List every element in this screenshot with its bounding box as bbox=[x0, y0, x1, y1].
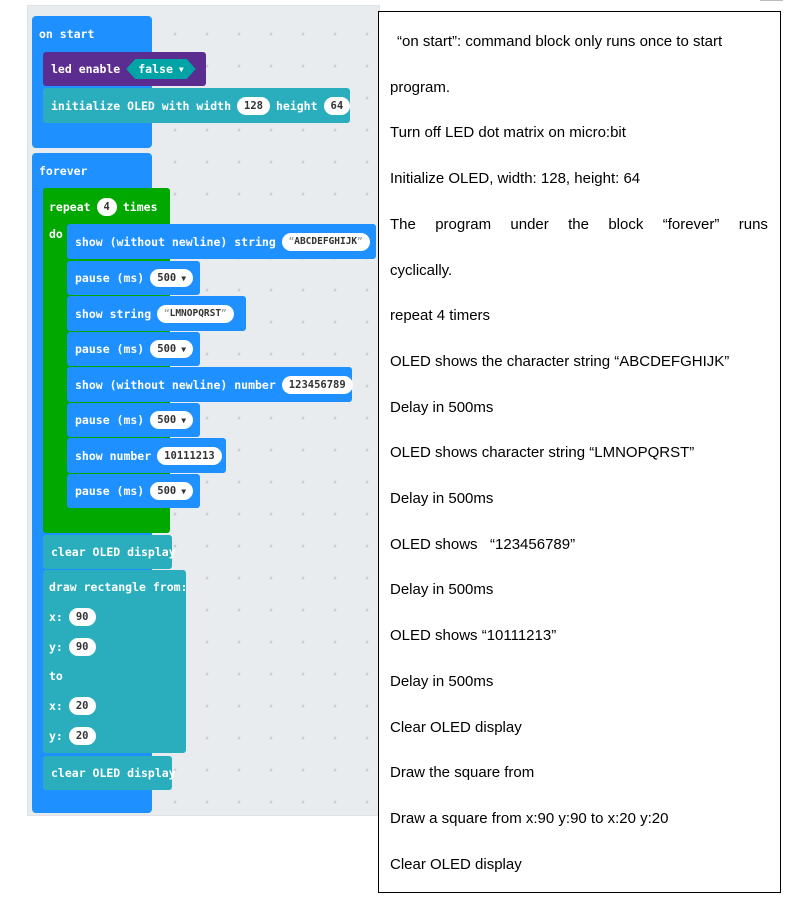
repeat-times-label: times bbox=[122, 200, 158, 214]
clear-oled-label-1: clear OLED display bbox=[51, 545, 176, 559]
note-line-5-word: the bbox=[568, 216, 589, 233]
rect-x2-label: x: bbox=[49, 699, 63, 713]
string-input-abcdefghijk[interactable]: “ABCDEFGHIJK” bbox=[281, 232, 370, 251]
pause-dropdown-1[interactable]: 500 ▼ bbox=[150, 269, 194, 287]
clear-oled-block-1[interactable]: clear OLED display bbox=[43, 535, 176, 569]
show-number-nonewline-block[interactable]: show (without newline) number 123456789 bbox=[67, 367, 353, 402]
rect-y2-input[interactable]: 20 bbox=[68, 727, 96, 745]
rect-y1-label: y: bbox=[49, 640, 63, 654]
notes-panel: “on start”: command block only runs once… bbox=[378, 11, 781, 893]
pause-label-1: pause (ms) bbox=[75, 271, 145, 285]
show-string-label: show string bbox=[75, 306, 152, 321]
top-edge-line bbox=[760, 0, 783, 2]
repeat-do-label: do bbox=[49, 227, 63, 241]
rect-y1-input[interactable]: 90 bbox=[68, 638, 96, 656]
repeat-count-input[interactable]: 4 bbox=[96, 198, 117, 216]
show-string-nonewline-label: show (without newline) string bbox=[75, 234, 276, 249]
forever-label: forever bbox=[39, 164, 88, 178]
pause-block-1[interactable]: pause (ms) 500 ▼ bbox=[67, 261, 200, 295]
note-line-15: Delay in 500ms bbox=[390, 673, 494, 690]
note-line-8: OLED shows the character string “ABCDEFG… bbox=[390, 353, 730, 370]
rect-x1-label: x: bbox=[49, 610, 63, 624]
repeat-header: repeat 4 times bbox=[49, 198, 158, 216]
repeat-label: repeat bbox=[49, 200, 91, 214]
note-line-5-word: under bbox=[510, 216, 549, 233]
note-line-5-word: “forever” bbox=[662, 216, 720, 233]
note-line-5-word: runs bbox=[738, 216, 768, 233]
oled-height-label: height bbox=[275, 98, 318, 113]
note-line-2: program. bbox=[390, 79, 451, 96]
on-start-label: on start bbox=[39, 27, 95, 41]
show-number-label: show number bbox=[75, 448, 152, 463]
clear-oled-label-2: clear OLED display bbox=[51, 766, 176, 780]
draw-rectangle-label: draw rectangle from: bbox=[49, 580, 188, 594]
chevron-down-icon: ▼ bbox=[181, 486, 187, 496]
rect-x1-row: x: 90 bbox=[49, 608, 96, 626]
note-line-16: Clear OLED display bbox=[390, 719, 522, 736]
pause-label-4: pause (ms) bbox=[75, 484, 145, 498]
rect-x2-input[interactable]: 20 bbox=[68, 697, 96, 715]
pause-label-3: pause (ms) bbox=[75, 413, 145, 427]
note-line-11: Delay in 500ms bbox=[390, 490, 494, 507]
chevron-down-icon: ▼ bbox=[181, 344, 187, 354]
note-line-13: Delay in 500ms bbox=[390, 581, 494, 598]
show-number-nonewline-label: show (without newline) number bbox=[75, 377, 276, 392]
initialize-oled-block[interactable]: initialize OLED with width 128 height 64 bbox=[43, 88, 351, 123]
block-workspace[interactable]: on start led enable false ▼ initialize OL… bbox=[27, 5, 380, 816]
rect-y2-label: y: bbox=[49, 729, 63, 743]
note-line-3: Turn off LED dot matrix on micro:bit bbox=[390, 124, 626, 141]
number-input-10111213[interactable]: 10111213 bbox=[157, 446, 222, 465]
note-line-5-word: block bbox=[608, 216, 644, 233]
note-line-5-word: program bbox=[435, 216, 492, 233]
string-input-lmnopqrst[interactable]: “LMNOPQRST” bbox=[157, 304, 234, 323]
pause-block-2[interactable]: pause (ms) 500 ▼ bbox=[67, 332, 200, 366]
note-line-12: OLED shows “123456789” bbox=[390, 536, 576, 553]
rect-x1-input[interactable]: 90 bbox=[68, 608, 96, 626]
chevron-down-icon: ▼ bbox=[181, 415, 187, 425]
initialize-oled-label: initialize OLED with width bbox=[51, 98, 232, 113]
pause-block-4[interactable]: pause (ms) 500 ▼ bbox=[67, 474, 200, 508]
show-string-nonewline-block[interactable]: show (without newline) string “ABCDEFGHI… bbox=[67, 224, 376, 259]
note-line-14: OLED shows “10111213” bbox=[390, 627, 557, 644]
led-enable-label: led enable bbox=[51, 62, 121, 76]
oled-width-input[interactable]: 128 bbox=[237, 96, 270, 115]
chevron-down-icon: ▼ bbox=[181, 273, 187, 283]
note-line-5: The program under the block “forever” ru… bbox=[390, 216, 768, 234]
number-input-123456789[interactable]: 123456789 bbox=[281, 375, 353, 394]
rect-x2-row: x: 20 bbox=[49, 697, 96, 715]
note-line-5-word: The bbox=[390, 216, 416, 233]
note-line-17: Draw the square from bbox=[390, 764, 535, 781]
pause-dropdown-4[interactable]: 500 ▼ bbox=[150, 482, 194, 500]
note-line-6: cyclically. bbox=[390, 262, 453, 279]
show-number-block[interactable]: show number 10111213 bbox=[67, 438, 226, 473]
note-line-7: repeat 4 timers bbox=[390, 307, 491, 324]
pause-dropdown-3[interactable]: 500 ▼ bbox=[150, 411, 194, 429]
rect-to-label: to bbox=[49, 669, 63, 683]
pause-block-3[interactable]: pause (ms) 500 ▼ bbox=[67, 403, 200, 437]
led-enable-dropdown[interactable]: false ▼ bbox=[126, 59, 195, 79]
note-line-18: Draw a square from x:90 y:90 to x:20 y:2… bbox=[390, 810, 669, 827]
led-enable-block[interactable]: led enable false ▼ bbox=[43, 52, 206, 86]
rect-y2-row: y: 20 bbox=[49, 727, 96, 745]
note-line-19: Clear OLED display bbox=[390, 856, 522, 873]
draw-rectangle-block[interactable] bbox=[43, 570, 186, 753]
rect-y1-row: y: 90 bbox=[49, 638, 96, 656]
pause-dropdown-2[interactable]: 500 ▼ bbox=[150, 340, 194, 358]
note-line-1: “on start”: command block only runs once… bbox=[397, 33, 723, 50]
clear-oled-block-2[interactable]: clear OLED display bbox=[43, 756, 176, 790]
note-line-10: OLED shows character string “LMNOPQRST” bbox=[390, 444, 695, 461]
show-string-block[interactable]: show string “LMNOPQRST” bbox=[67, 296, 246, 331]
note-line-9: Delay in 500ms bbox=[390, 399, 494, 416]
pause-label-2: pause (ms) bbox=[75, 342, 145, 356]
chevron-down-icon: ▼ bbox=[178, 64, 184, 74]
oled-height-input[interactable]: 64 bbox=[323, 96, 351, 115]
note-line-4: Initialize OLED, width: 128, height: 64 bbox=[390, 170, 641, 187]
